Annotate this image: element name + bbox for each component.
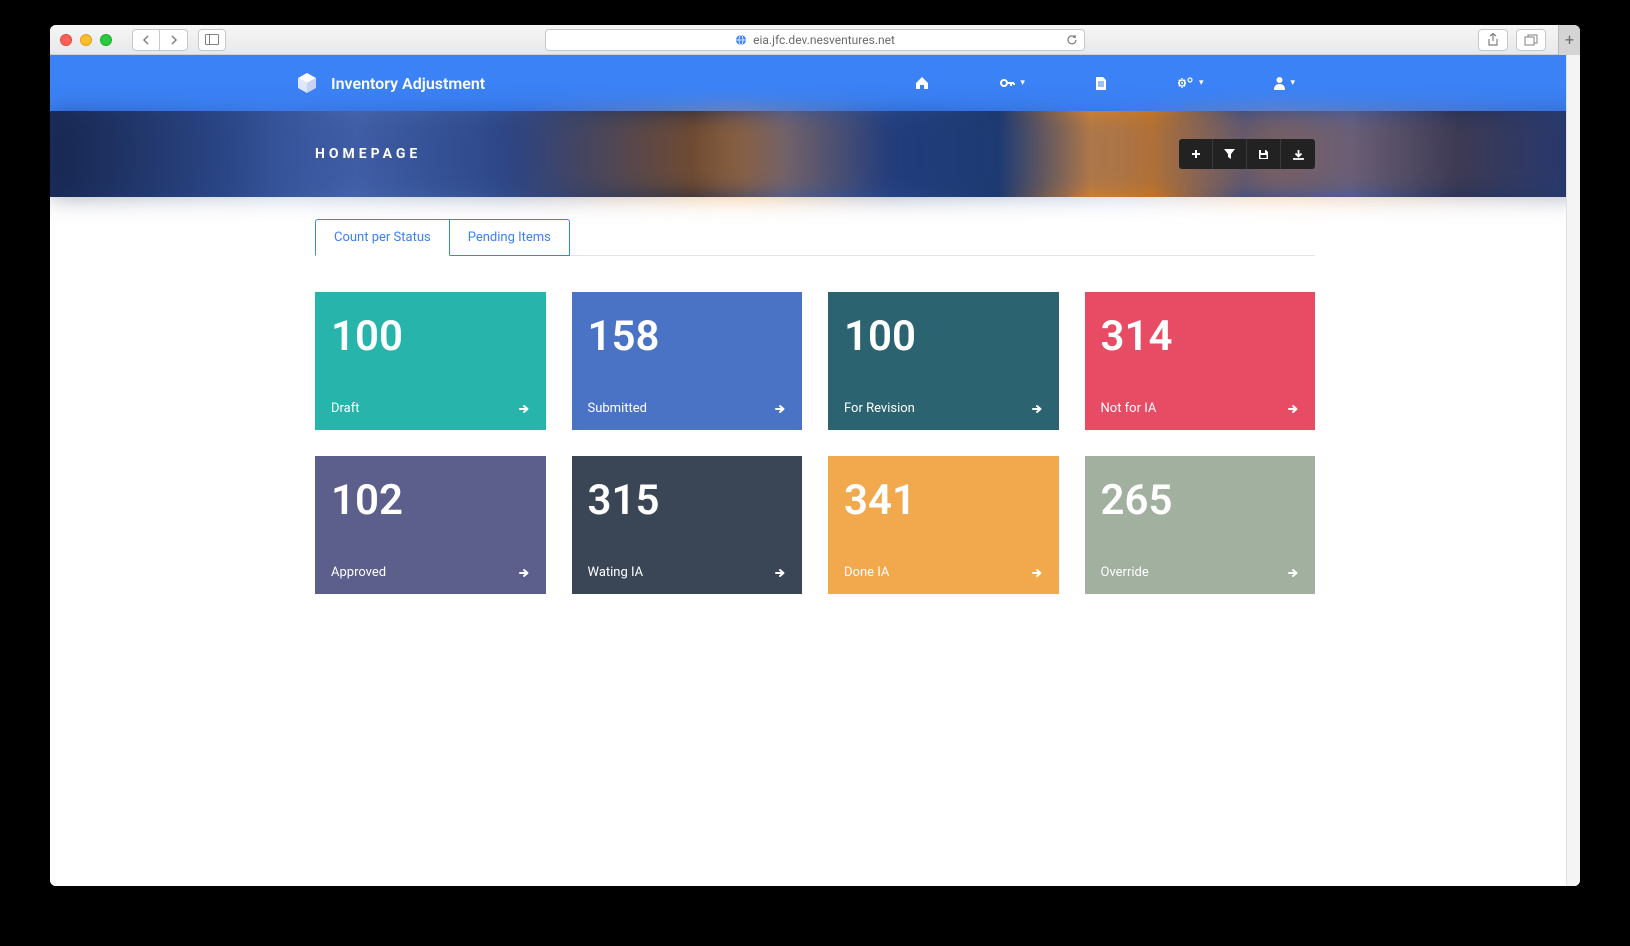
chevron-right-icon bbox=[170, 35, 178, 45]
card-not-for-ia[interactable]: 314 Not for IA bbox=[1085, 292, 1316, 430]
viewport: Inventory Adjustment ▾ ▾ bbox=[50, 55, 1580, 886]
card-label: Override bbox=[1101, 565, 1149, 580]
download-icon bbox=[1293, 149, 1304, 160]
arrow-right-icon bbox=[1287, 403, 1299, 415]
card-override[interactable]: 265 Override bbox=[1085, 456, 1316, 594]
globe-icon bbox=[735, 34, 747, 46]
arrow-right-icon bbox=[1031, 403, 1043, 415]
card-count: 341 bbox=[844, 474, 1043, 529]
card-count: 314 bbox=[1101, 310, 1300, 365]
home-icon bbox=[914, 76, 930, 90]
sidebar-toggle-button[interactable] bbox=[198, 29, 226, 51]
card-label: Not for IA bbox=[1101, 401, 1157, 416]
plus-icon bbox=[1191, 149, 1201, 159]
tab-label: Pending Items bbox=[468, 230, 551, 245]
card-label: Approved bbox=[331, 565, 386, 580]
document-icon bbox=[1095, 76, 1107, 91]
app-title: Inventory Adjustment bbox=[331, 74, 485, 93]
minimize-window-button[interactable] bbox=[80, 34, 92, 46]
filter-icon bbox=[1224, 149, 1235, 159]
chevron-left-icon bbox=[142, 35, 150, 45]
chevron-down-icon: ▾ bbox=[1290, 78, 1295, 88]
sidebar-icon bbox=[205, 34, 219, 45]
nav-keys[interactable]: ▾ bbox=[1000, 76, 1025, 90]
nav-buttons bbox=[132, 29, 188, 51]
nav-user[interactable]: ▾ bbox=[1273, 76, 1295, 90]
gears-icon bbox=[1177, 76, 1195, 90]
card-label: Wating IA bbox=[588, 565, 644, 580]
logo-area[interactable]: Inventory Adjustment bbox=[295, 71, 485, 95]
card-count: 315 bbox=[588, 474, 787, 529]
browser-window: eia.jfc.dev.nesventures.net + bbox=[50, 25, 1580, 886]
refresh-icon bbox=[1066, 34, 1078, 46]
user-icon bbox=[1273, 76, 1286, 90]
chevron-down-icon: ▾ bbox=[1020, 78, 1025, 88]
nav-home[interactable] bbox=[914, 76, 930, 90]
tab-label: Count per Status bbox=[334, 230, 431, 245]
card-count: 265 bbox=[1101, 474, 1300, 529]
browser-chrome: eia.jfc.dev.nesventures.net + bbox=[50, 25, 1580, 55]
scrollbar[interactable] bbox=[1566, 55, 1580, 886]
card-waiting-ia[interactable]: 315 Wating IA bbox=[572, 456, 803, 594]
refresh-button[interactable] bbox=[1066, 34, 1078, 46]
card-submitted[interactable]: 158 Submitted bbox=[572, 292, 803, 430]
card-label: For Revision bbox=[844, 401, 915, 416]
card-label: Submitted bbox=[588, 401, 647, 416]
window-controls bbox=[60, 34, 112, 46]
tabs-icon bbox=[1524, 34, 1538, 46]
tab-count-per-status[interactable]: Count per Status bbox=[315, 219, 450, 256]
url-bar[interactable]: eia.jfc.dev.nesventures.net bbox=[545, 29, 1085, 51]
page-title: HOMEPAGE bbox=[315, 146, 421, 162]
tabs-button[interactable] bbox=[1516, 29, 1546, 51]
chevron-down-icon: ▾ bbox=[1199, 78, 1204, 88]
arrow-right-icon bbox=[518, 403, 530, 415]
back-button[interactable] bbox=[132, 29, 160, 51]
close-window-button[interactable] bbox=[60, 34, 72, 46]
card-done-ia[interactable]: 341 Done IA bbox=[828, 456, 1059, 594]
arrow-right-icon bbox=[774, 403, 786, 415]
card-label: Done IA bbox=[844, 565, 889, 580]
tab-pending-items[interactable]: Pending Items bbox=[450, 219, 570, 256]
maximize-window-button[interactable] bbox=[100, 34, 112, 46]
forward-button[interactable] bbox=[160, 29, 188, 51]
cards-grid: 100 Draft 158 Submitted bbox=[315, 292, 1315, 594]
card-label: Draft bbox=[331, 401, 360, 416]
nav-document[interactable] bbox=[1095, 76, 1107, 91]
card-count: 100 bbox=[331, 310, 530, 365]
filter-button[interactable] bbox=[1213, 139, 1247, 169]
card-count: 158 bbox=[588, 310, 787, 365]
app-header: Inventory Adjustment ▾ ▾ bbox=[50, 55, 1580, 111]
plus-icon: + bbox=[1565, 30, 1574, 49]
tabs: Count per Status Pending Items bbox=[315, 219, 1315, 256]
banner: HOMEPAGE bbox=[50, 111, 1580, 197]
browser-right-controls: + bbox=[1478, 25, 1570, 55]
banner-actions bbox=[1179, 139, 1315, 169]
card-draft[interactable]: 100 Draft bbox=[315, 292, 546, 430]
save-icon bbox=[1258, 149, 1269, 160]
card-for-revision[interactable]: 100 For Revision bbox=[828, 292, 1059, 430]
arrow-right-icon bbox=[1287, 567, 1299, 579]
key-icon bbox=[1000, 76, 1016, 90]
card-count: 102 bbox=[331, 474, 530, 529]
content: Count per Status Pending Items 100 Draft bbox=[305, 197, 1325, 616]
share-button[interactable] bbox=[1478, 29, 1508, 51]
arrow-right-icon bbox=[518, 567, 530, 579]
add-button[interactable] bbox=[1179, 139, 1213, 169]
arrow-right-icon bbox=[774, 567, 786, 579]
nav-settings[interactable]: ▾ bbox=[1177, 76, 1204, 90]
arrow-right-icon bbox=[1031, 567, 1043, 579]
cube-icon bbox=[295, 71, 319, 95]
download-button[interactable] bbox=[1281, 139, 1315, 169]
url-text: eia.jfc.dev.nesventures.net bbox=[753, 33, 895, 47]
new-tab-button[interactable]: + bbox=[1558, 25, 1580, 55]
save-button[interactable] bbox=[1247, 139, 1281, 169]
header-nav: ▾ ▾ ▾ bbox=[914, 76, 1295, 91]
share-icon bbox=[1487, 33, 1499, 47]
card-count: 100 bbox=[844, 310, 1043, 365]
card-approved[interactable]: 102 Approved bbox=[315, 456, 546, 594]
